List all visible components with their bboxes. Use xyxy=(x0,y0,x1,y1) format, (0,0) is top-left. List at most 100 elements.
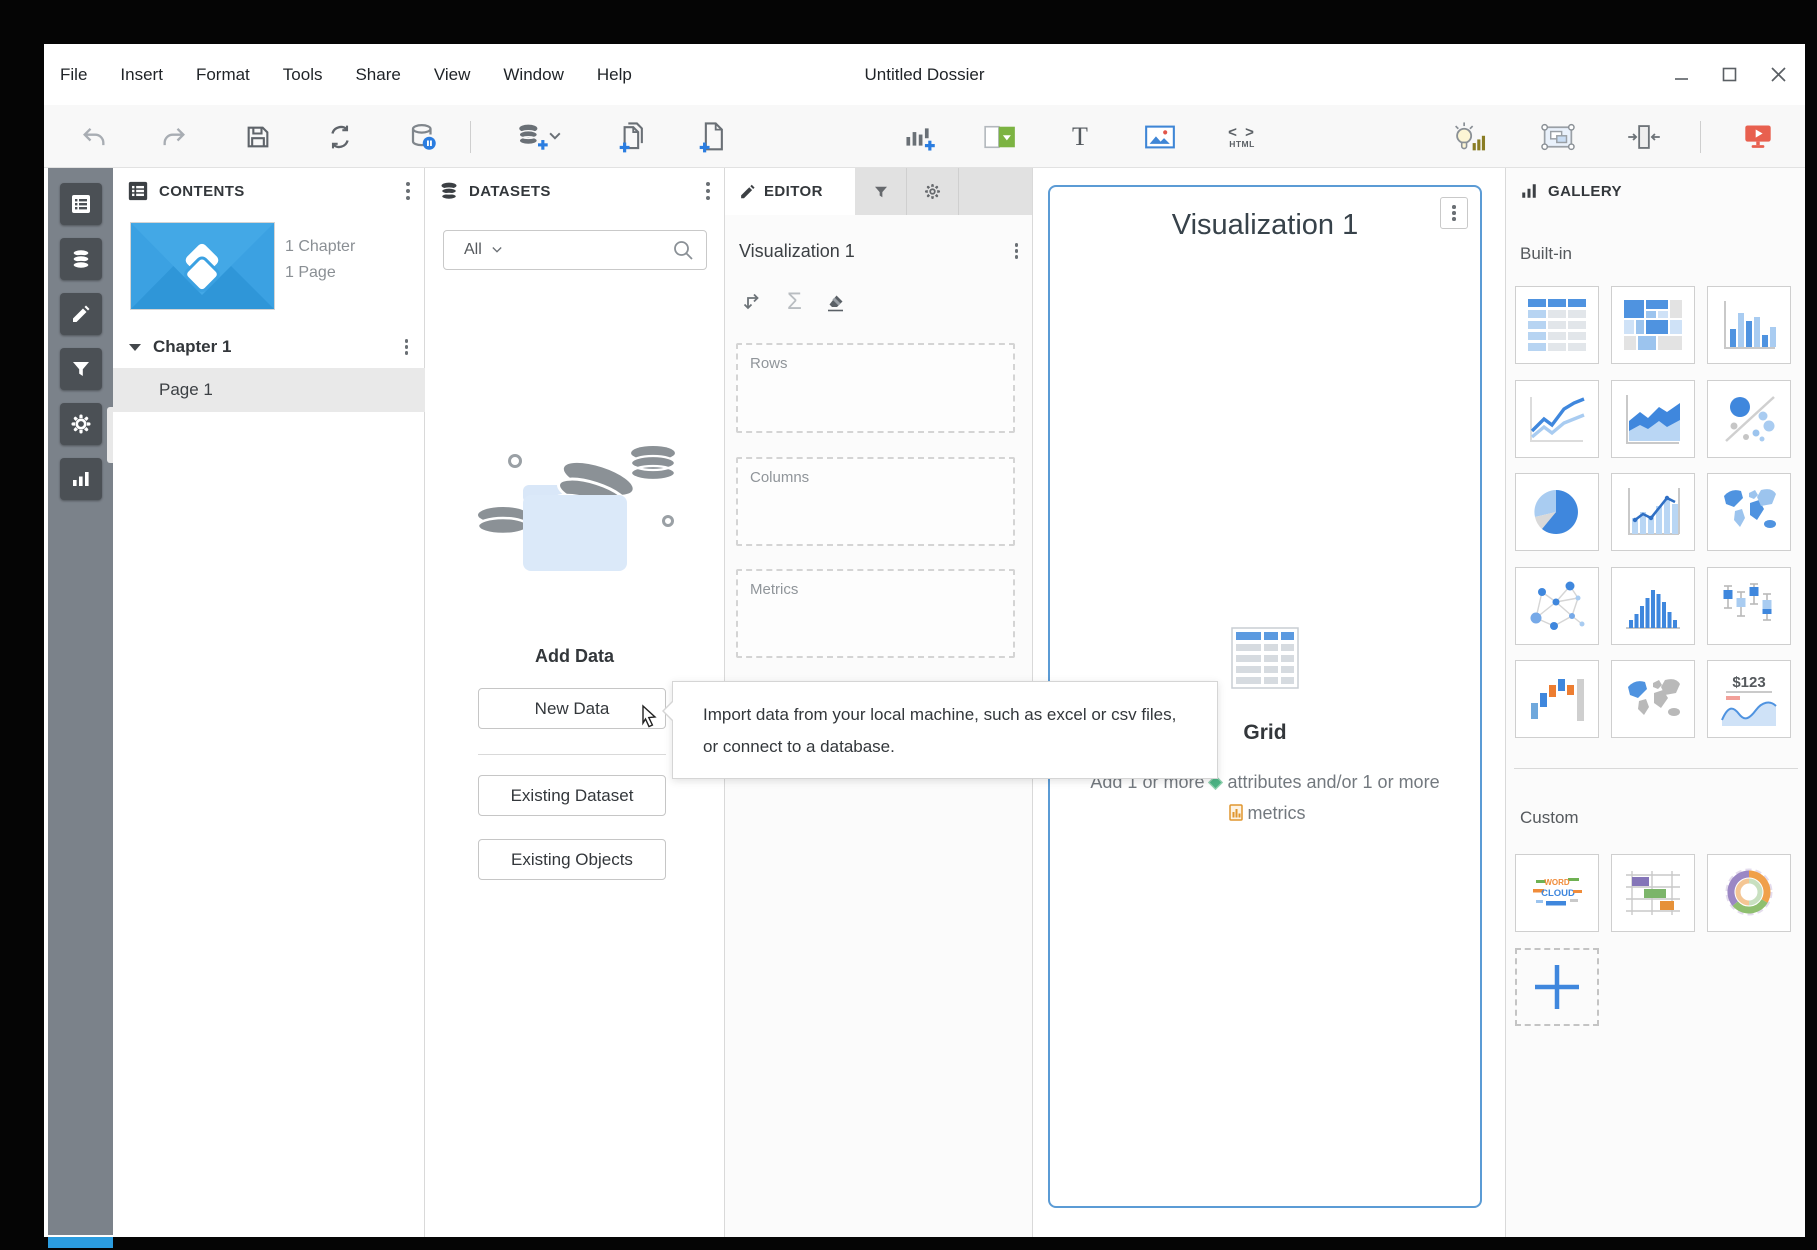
gallery-item-area-chart[interactable] xyxy=(1611,380,1695,458)
insert-text-icon[interactable]: T xyxy=(1062,119,1098,155)
maximize-button[interactable] xyxy=(1721,66,1739,84)
chevron-down-icon[interactable] xyxy=(492,245,502,255)
gallery-icon xyxy=(1520,182,1538,200)
grid-placeholder-icon xyxy=(1231,627,1299,689)
custom-label: Custom xyxy=(1520,808,1579,828)
menu-file[interactable]: File xyxy=(60,65,87,85)
free-form-layout-icon[interactable] xyxy=(1540,119,1576,155)
svg-text:$123: $123 xyxy=(1732,674,1765,691)
tab-settings[interactable] xyxy=(907,168,959,215)
eraser-icon[interactable] xyxy=(824,290,848,314)
gallery-item-network[interactable] xyxy=(1515,567,1599,645)
gallery-item-line-chart[interactable] xyxy=(1515,380,1599,458)
close-button[interactable] xyxy=(1769,66,1787,84)
gallery-item-box-plot[interactable] xyxy=(1707,567,1791,645)
chapter-count: 1 Chapter xyxy=(285,234,355,260)
gallery-item-gantt-chart[interactable] xyxy=(1611,854,1695,932)
dossier-thumbnail[interactable] xyxy=(130,222,275,310)
taskbar-fragment xyxy=(48,1237,113,1248)
rail-editor-icon[interactable] xyxy=(60,293,102,335)
gallery-item-pie-chart[interactable] xyxy=(1515,473,1599,551)
menu-help[interactable]: Help xyxy=(597,65,632,85)
sigma-icon[interactable]: Σ xyxy=(787,290,802,314)
rows-label: Rows xyxy=(750,355,1013,372)
toolbar-separator xyxy=(1700,121,1701,153)
insert-html-icon[interactable]: < >HTML xyxy=(1224,119,1260,155)
undo-icon[interactable] xyxy=(76,119,112,155)
columns-label: Columns xyxy=(750,469,1013,486)
present-icon[interactable] xyxy=(1740,119,1776,155)
rail-settings-icon[interactable] xyxy=(60,403,102,445)
gallery-item-heat-map[interactable] xyxy=(1611,286,1695,364)
add-data-icon[interactable] xyxy=(512,119,564,155)
gallery-item-sunburst[interactable] xyxy=(1707,854,1791,932)
datasets-menu-icon[interactable] xyxy=(706,189,710,193)
existing-dataset-button[interactable]: Existing Dataset xyxy=(478,775,666,816)
existing-objects-button[interactable]: Existing Objects xyxy=(478,839,666,880)
dataset-status-icon[interactable] xyxy=(405,119,441,155)
menu-view[interactable]: View xyxy=(434,65,471,85)
empty-datasets-illustration xyxy=(465,423,685,598)
search-icon[interactable] xyxy=(672,239,694,261)
rail-filter-icon[interactable] xyxy=(60,348,102,390)
metrics-label: Metrics xyxy=(750,581,1013,598)
insights-icon[interactable] xyxy=(1451,119,1487,155)
menu-share[interactable]: Share xyxy=(355,65,400,85)
dataset-search-box[interactable]: All xyxy=(443,230,707,270)
insert-image-icon[interactable] xyxy=(1142,119,1178,155)
refresh-icon[interactable] xyxy=(322,119,358,155)
gear-icon xyxy=(923,182,942,201)
gallery-item-word-cloud[interactable]: WORDCLOUD xyxy=(1515,854,1599,932)
tab-editor[interactable]: EDITOR xyxy=(725,168,855,215)
chapter-row[interactable]: Chapter 1 xyxy=(113,328,424,366)
save-icon[interactable] xyxy=(240,119,276,155)
columns-dropzone[interactable]: Columns xyxy=(736,457,1015,546)
gallery-item-waterfall[interactable] xyxy=(1515,660,1599,738)
rail-gallery-icon[interactable] xyxy=(60,458,102,500)
chapter-menu-icon[interactable] xyxy=(405,345,409,349)
gallery-item-geospatial[interactable] xyxy=(1611,660,1695,738)
menu-format[interactable]: Format xyxy=(196,65,250,85)
insert-chapter-icon[interactable] xyxy=(614,119,650,155)
gallery-item-histogram[interactable] xyxy=(1611,567,1695,645)
datasets-icon xyxy=(439,181,459,201)
insert-page-icon[interactable] xyxy=(694,119,730,155)
rail-datasets-icon[interactable] xyxy=(60,238,102,280)
visualization-menu-icon[interactable] xyxy=(1015,249,1019,253)
rows-dropzone[interactable]: Rows xyxy=(736,343,1015,433)
rail-contents-icon[interactable] xyxy=(60,183,102,225)
redo-icon[interactable] xyxy=(156,119,192,155)
editor-tab-label: EDITOR xyxy=(764,183,823,200)
gallery-item-map[interactable] xyxy=(1707,473,1791,551)
chevron-down-icon[interactable] xyxy=(129,344,141,351)
gallery-item-grid[interactable] xyxy=(1515,286,1599,364)
toolbar: T < >HTML xyxy=(44,105,1805,168)
gallery-item-kpi[interactable]: $123 xyxy=(1707,660,1791,738)
swap-axes-icon[interactable] xyxy=(741,290,765,314)
contents-icon xyxy=(127,180,149,202)
metrics-dropzone[interactable]: Metrics xyxy=(736,569,1015,658)
menu-window[interactable]: Window xyxy=(503,65,563,85)
new-data-tooltip: Import data from your local machine, suc… xyxy=(672,681,1218,779)
insert-visualization-icon[interactable] xyxy=(902,119,938,155)
menu-tools[interactable]: Tools xyxy=(283,65,323,85)
add-data-heading: Add Data xyxy=(425,646,724,667)
menu-bar: File Insert Format Tools Share View Wind… xyxy=(44,44,1805,105)
menu-insert[interactable]: Insert xyxy=(120,65,163,85)
dataset-filter-dropdown[interactable]: All xyxy=(464,241,482,259)
gallery-item-bubble-chart[interactable] xyxy=(1707,380,1791,458)
add-custom-visual-button[interactable] xyxy=(1515,948,1599,1026)
page-row-selected[interactable]: Page 1 xyxy=(113,368,425,412)
minimize-button[interactable] xyxy=(1673,66,1691,84)
visualization-options-button[interactable] xyxy=(1440,197,1468,229)
insert-selector-icon[interactable] xyxy=(982,119,1018,155)
mouse-cursor xyxy=(637,704,661,735)
gallery-item-combo-chart[interactable] xyxy=(1611,473,1695,551)
filter-icon xyxy=(872,183,890,201)
contents-menu-icon[interactable] xyxy=(406,189,410,193)
left-rail xyxy=(48,168,113,1235)
gallery-item-bar-chart[interactable] xyxy=(1707,286,1791,364)
fit-to-window-icon[interactable] xyxy=(1626,119,1662,155)
svg-text:CLOUD: CLOUD xyxy=(1541,888,1575,899)
tab-filter[interactable] xyxy=(855,168,907,215)
